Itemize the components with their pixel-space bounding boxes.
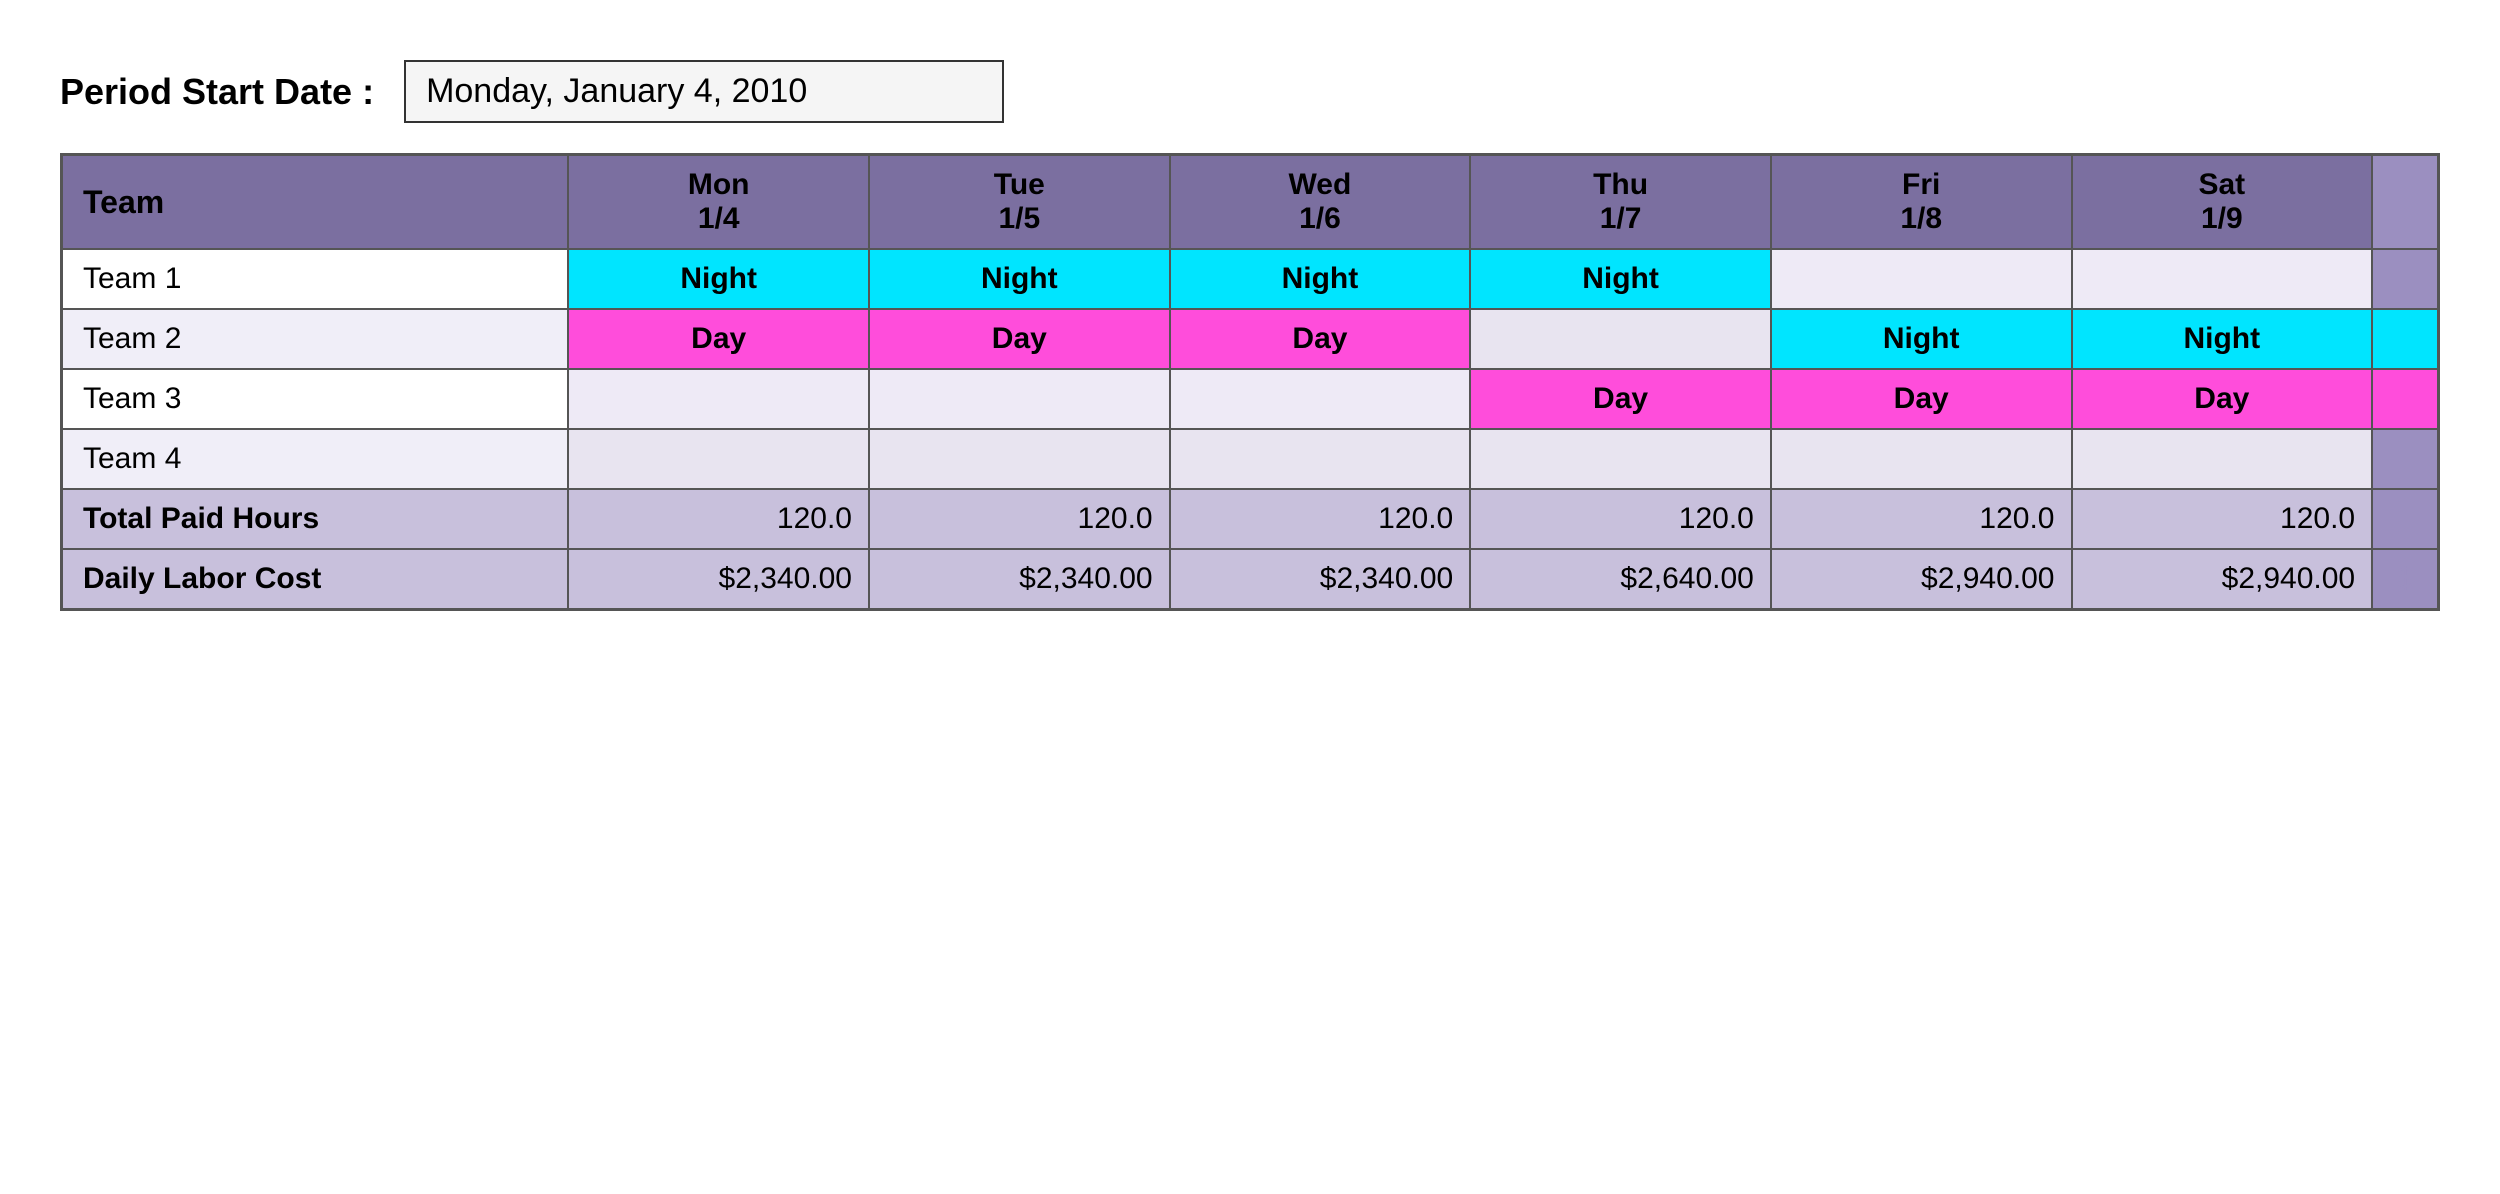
total-hours-day6 <box>2372 489 2438 549</box>
total-hours-day4: 120.0 <box>1771 489 2072 549</box>
shift-cell-team2-day1[interactable]: Day <box>869 309 1170 369</box>
team-name-1: Team 1 <box>62 249 569 309</box>
table-row: Team 3DayDayDay <box>62 369 2439 429</box>
daily-cost-day1: $2,340.00 <box>869 549 1170 610</box>
period-label: Period Start Date : <box>60 71 374 113</box>
shift-cell-team3-day5[interactable]: Day <box>2072 369 2373 429</box>
shift-cell-team3-day4[interactable]: Day <box>1771 369 2072 429</box>
daily-cost-day5: $2,940.00 <box>2072 549 2373 610</box>
shift-cell-team2-day0[interactable]: Day <box>568 309 869 369</box>
daily-labor-cost-label: Daily Labor Cost <box>62 549 569 610</box>
table-row: Team 2DayDayDayNightNight <box>62 309 2439 369</box>
shift-cell-team3-day6[interactable] <box>2372 369 2438 429</box>
period-value[interactable]: Monday, January 4, 2010 <box>404 60 1004 123</box>
total-paid-hours-label: Total Paid Hours <box>62 489 569 549</box>
shift-cell-team1-day3[interactable]: Night <box>1470 249 1771 309</box>
shift-cell-team2-day5[interactable]: Night <box>2072 309 2373 369</box>
shift-cell-team1-day4[interactable] <box>1771 249 2072 309</box>
team-column-header: Team <box>62 155 569 250</box>
daily-cost-day4: $2,940.00 <box>1771 549 2072 610</box>
shift-cell-team4-day6[interactable] <box>2372 429 2438 489</box>
daily-labor-cost-row: Daily Labor Cost$2,340.00$2,340.00$2,340… <box>62 549 2439 610</box>
shift-cell-team4-day5[interactable] <box>2072 429 2373 489</box>
table-row: Team 1NightNightNightNight <box>62 249 2439 309</box>
shift-cell-team1-day5[interactable] <box>2072 249 2373 309</box>
shift-cell-team1-day6[interactable] <box>2372 249 2438 309</box>
shift-cell-team1-day1[interactable]: Night <box>869 249 1170 309</box>
day-name-tue: Tue <box>994 168 1045 201</box>
total-hours-day1: 120.0 <box>869 489 1170 549</box>
shift-cell-team2-day3[interactable] <box>1470 309 1771 369</box>
day-date-fri: 1/8 <box>1900 202 1942 235</box>
day-name-wed: Wed <box>1289 168 1352 201</box>
day-date-sat: 1/9 <box>2201 202 2243 235</box>
team-name-3: Team 3 <box>62 369 569 429</box>
shift-cell-team2-day6[interactable] <box>2372 309 2438 369</box>
total-hours-day5: 120.0 <box>2072 489 2373 549</box>
daily-cost-day3: $2,640.00 <box>1470 549 1771 610</box>
day-name-mon: Mon <box>688 168 750 201</box>
shift-cell-team2-day2[interactable]: Day <box>1170 309 1471 369</box>
shift-cell-team1-day0[interactable]: Night <box>568 249 869 309</box>
col-header-mon: Mon 1/4 <box>568 155 869 250</box>
total-hours-day3: 120.0 <box>1470 489 1771 549</box>
shift-cell-team4-day4[interactable] <box>1771 429 2072 489</box>
shift-cell-team4-day1[interactable] <box>869 429 1170 489</box>
shift-cell-team3-day1[interactable] <box>869 369 1170 429</box>
total-hours-day2: 120.0 <box>1170 489 1471 549</box>
table-row: Team 4 <box>62 429 2439 489</box>
shift-cell-team3-day0[interactable] <box>568 369 869 429</box>
shift-cell-team3-day3[interactable]: Day <box>1470 369 1771 429</box>
col-header-fri: Fri 1/8 <box>1771 155 2072 250</box>
daily-cost-day6: $ <box>2372 549 2438 610</box>
shift-cell-team4-day2[interactable] <box>1170 429 1471 489</box>
col-header-thu: Thu 1/7 <box>1470 155 1771 250</box>
total-paid-hours-row: Total Paid Hours120.0120.0120.0120.0120.… <box>62 489 2439 549</box>
shift-cell-team1-day2[interactable]: Night <box>1170 249 1471 309</box>
period-start-section: Period Start Date : Monday, January 4, 2… <box>60 60 2440 123</box>
day-name-thu: Thu <box>1593 168 1648 201</box>
team-name-4: Team 4 <box>62 429 569 489</box>
shift-cell-team3-day2[interactable] <box>1170 369 1471 429</box>
shift-cell-team4-day3[interactable] <box>1470 429 1771 489</box>
col-header-wed: Wed 1/6 <box>1170 155 1471 250</box>
col-header-partial <box>2372 155 2438 250</box>
day-name-fri: Fri <box>1902 168 1940 201</box>
day-date-mon: 1/4 <box>698 202 740 235</box>
day-date-tue: 1/5 <box>998 202 1040 235</box>
shift-cell-team4-day0[interactable] <box>568 429 869 489</box>
team-name-2: Team 2 <box>62 309 569 369</box>
col-header-sat: Sat 1/9 <box>2072 155 2373 250</box>
daily-cost-day2: $2,340.00 <box>1170 549 1471 610</box>
shift-cell-team2-day4[interactable]: Night <box>1771 309 2072 369</box>
daily-cost-day0: $2,340.00 <box>568 549 869 610</box>
day-date-wed: 1/6 <box>1299 202 1341 235</box>
schedule-table: Team Mon 1/4 Tue 1/5 Wed 1/6 Thu 1/7 Fri… <box>60 153 2440 611</box>
col-header-tue: Tue 1/5 <box>869 155 1170 250</box>
total-hours-day0: 120.0 <box>568 489 869 549</box>
table-header-row: Team Mon 1/4 Tue 1/5 Wed 1/6 Thu 1/7 Fri… <box>62 155 2439 250</box>
day-name-sat: Sat <box>2198 168 2245 201</box>
day-date-thu: 1/7 <box>1600 202 1642 235</box>
